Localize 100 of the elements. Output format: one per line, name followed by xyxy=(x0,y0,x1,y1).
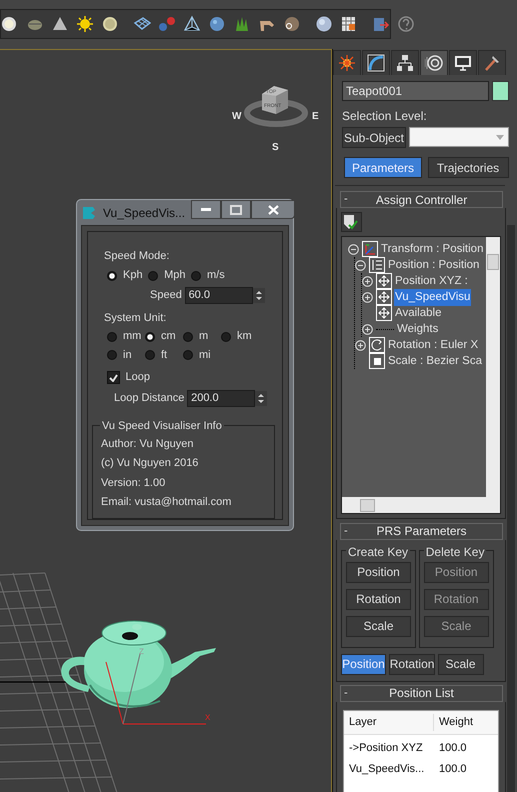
key-button[interactable]: Scale xyxy=(346,616,411,637)
collapse-toggle[interactable]: - xyxy=(341,191,357,208)
panel-tab[interactable] xyxy=(362,50,390,75)
radio-label[interactable]: m xyxy=(199,328,208,345)
ring-icon[interactable] xyxy=(1,15,19,33)
close-button[interactable] xyxy=(251,200,296,219)
radio-label[interactable]: ft xyxy=(161,346,168,364)
ball-icon[interactable] xyxy=(283,15,301,33)
sun-icon[interactable] xyxy=(76,15,94,33)
sphere-icon[interactable] xyxy=(315,15,333,33)
expand-icon[interactable] xyxy=(362,292,373,303)
mode-button[interactable]: Scale xyxy=(438,654,484,675)
radio-circle[interactable] xyxy=(183,350,193,360)
key-button[interactable]: Rotation xyxy=(346,588,411,610)
disc-icon[interactable] xyxy=(101,15,119,33)
blob-icon[interactable] xyxy=(208,15,226,33)
expand-icon[interactable] xyxy=(362,276,373,287)
number-field[interactable]: 60.0 xyxy=(184,286,253,304)
panel-tab[interactable] xyxy=(333,50,361,75)
mode-button[interactable]: Position xyxy=(341,654,386,675)
table-icon[interactable] xyxy=(340,15,358,33)
viewcube-drawing[interactable] xyxy=(244,86,308,127)
color-swatch[interactable] xyxy=(492,81,509,101)
collapse-icon[interactable] xyxy=(348,244,359,255)
radio-label[interactable]: km xyxy=(237,328,252,345)
panel-tab[interactable] xyxy=(391,50,419,75)
radio-circle[interactable] xyxy=(145,332,155,342)
horizontal-scrollbar[interactable] xyxy=(342,497,500,514)
panel-scrollbar[interactable] xyxy=(507,225,515,792)
tree-item[interactable]: Weights xyxy=(396,320,440,338)
panel-tab[interactable] xyxy=(478,50,506,75)
sub-object-button[interactable]: Sub-Object xyxy=(342,127,406,148)
radio-circle[interactable] xyxy=(107,350,117,360)
maximize-button[interactable] xyxy=(221,200,252,219)
plant-icon[interactable] xyxy=(233,15,251,33)
radio-circle[interactable] xyxy=(190,270,201,280)
mode-button[interactable]: Trajectories xyxy=(428,157,508,178)
grid-icon[interactable] xyxy=(133,15,151,33)
window-title: Vu_SpeedVis... xyxy=(103,204,186,222)
expand-icon[interactable] xyxy=(362,324,373,335)
checkbox[interactable] xyxy=(107,371,120,384)
panel-tab[interactable] xyxy=(420,50,448,75)
tree-item[interactable]: Scale : Bezier Sca xyxy=(387,352,483,370)
radio-circle[interactable] xyxy=(145,350,155,360)
rollout-header[interactable]: - PRS Parameters xyxy=(340,522,503,540)
table-cell-text: Vu_SpeedVis... xyxy=(348,762,426,778)
mode-button[interactable]: Rotation xyxy=(388,654,435,675)
name-field[interactable]: Teapot001 xyxy=(342,81,489,101)
minimize-button[interactable] xyxy=(191,200,222,219)
section-label: System Unit: xyxy=(104,310,168,326)
rollout-title[interactable]: Assign Controller xyxy=(357,190,486,209)
section-label: Speed Mode: xyxy=(104,249,170,264)
collapse-toggle[interactable]: - xyxy=(341,685,357,702)
axis-icon xyxy=(362,241,378,258)
cone-icon[interactable] xyxy=(51,15,69,33)
compass-label: E xyxy=(312,111,319,122)
radio-label[interactable]: Mph xyxy=(164,267,186,284)
key-button[interactable]: Position xyxy=(346,562,411,583)
radio-label[interactable]: Kph xyxy=(123,267,143,284)
radio-label[interactable]: mm xyxy=(123,328,142,345)
tree-item[interactable]: Vu_SpeedVisu xyxy=(394,288,472,306)
tree-item[interactable]: Transform : Position xyxy=(380,240,484,258)
radio-circle[interactable] xyxy=(107,332,117,342)
collapse-toggle[interactable]: - xyxy=(341,522,357,540)
rollout-header[interactable]: - Assign Controller xyxy=(340,191,503,208)
column-header[interactable]: Weight xyxy=(434,714,474,731)
tree-item[interactable]: Available xyxy=(394,304,442,322)
close-icon xyxy=(268,204,279,214)
checkbox-label[interactable]: Loop xyxy=(126,369,150,386)
radio-circle[interactable] xyxy=(183,332,193,342)
move-icon xyxy=(376,305,392,322)
field-label: Loop Distance xyxy=(114,391,184,406)
collapse-icon[interactable] xyxy=(355,260,366,271)
tree-item[interactable]: Position XYZ : xyxy=(394,272,469,290)
vertical-scrollbar[interactable] xyxy=(486,237,500,500)
radio-circle[interactable] xyxy=(107,270,117,280)
number-field[interactable]: 200.0 xyxy=(187,390,256,407)
spinner-arrows-icon[interactable] xyxy=(252,288,265,303)
export-icon[interactable] xyxy=(372,15,390,33)
help-icon[interactable] xyxy=(397,15,415,33)
dropdown-field[interactable] xyxy=(408,127,509,147)
tree-item[interactable]: Position : Position xyxy=(387,256,480,274)
rollout-header[interactable]: - Position List xyxy=(340,684,503,702)
radio-label[interactable]: mi xyxy=(199,346,211,364)
tree-item[interactable]: Rotation : Euler X xyxy=(387,336,480,354)
maximize-icon xyxy=(230,204,242,214)
radio-circle[interactable] xyxy=(221,332,231,342)
expand-icon[interactable] xyxy=(355,340,366,351)
radio-circle[interactable] xyxy=(148,270,158,280)
radio-label[interactable]: m/s xyxy=(206,267,225,284)
compass-label: S xyxy=(272,142,279,153)
spinner-arrows-icon[interactable] xyxy=(255,390,268,406)
rollout-title[interactable]: Position List xyxy=(357,684,486,702)
mode-button[interactable]: Parameters xyxy=(344,157,422,178)
radio-label[interactable]: in xyxy=(123,346,132,364)
radio-label[interactable]: cm xyxy=(161,328,176,345)
column-header[interactable]: Layer xyxy=(344,714,434,731)
assign-button[interactable] xyxy=(341,212,362,232)
rollout-title[interactable]: PRS Parameters xyxy=(357,522,486,540)
panel-tab[interactable] xyxy=(449,50,477,75)
